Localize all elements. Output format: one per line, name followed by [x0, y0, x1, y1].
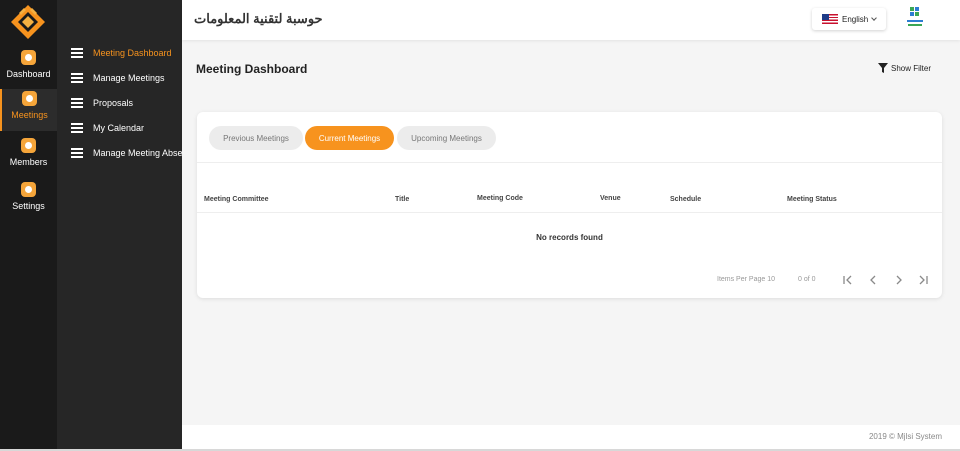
rail-item-members[interactable]: Members: [0, 136, 57, 178]
tab-upcoming-meetings[interactable]: Upcoming Meetings: [397, 126, 496, 150]
top-header: حوسبة لتقنية المعلومات English: [182, 0, 960, 40]
column-header-schedule[interactable]: Schedule: [670, 196, 701, 203]
first-page-icon[interactable]: [841, 273, 855, 287]
dashboard-icon: [21, 50, 36, 65]
footer: 2019 © Mjlsi System: [182, 425, 960, 449]
filter-icon: [878, 63, 888, 73]
pagination-range: 0 of 0: [798, 276, 816, 283]
show-filter-label: Show Filter: [891, 63, 932, 73]
icon-rail: Dashboard Meetings Members Settings: [0, 0, 57, 451]
list-icon: [71, 98, 83, 108]
list-icon: [71, 48, 83, 58]
tab-current-meetings[interactable]: Current Meetings: [305, 126, 394, 150]
submenu-item-label: Meeting Dashboard: [93, 48, 172, 58]
settings-icon: [21, 182, 36, 197]
submenu-item-manage-meetings[interactable]: Manage Meetings: [71, 71, 165, 85]
submenu-item-meeting-dashboard[interactable]: Meeting Dashboard: [71, 46, 172, 60]
tab-divider: [197, 162, 942, 163]
us-flag-icon: [822, 14, 838, 24]
submenu-item-label: My Calendar: [93, 123, 145, 133]
copyright-text: 2019 © Mjlsi System: [868, 432, 942, 441]
table-header-divider: [197, 212, 942, 213]
previous-page-icon[interactable]: [866, 273, 880, 287]
column-header-meeting-code[interactable]: Meeting Code: [477, 195, 523, 202]
submenu-item-label: Manage Meeting Absence: [93, 148, 182, 158]
language-label: English: [842, 14, 869, 24]
column-header-meeting-status[interactable]: Meeting Status: [787, 196, 837, 203]
show-filter-button[interactable]: Show Filter: [878, 63, 931, 73]
submenu-item-manage-meeting-absence[interactable]: Manage Meeting Absence: [71, 146, 182, 160]
last-page-icon[interactable]: [916, 273, 930, 287]
app-logo-icon[interactable]: [10, 4, 46, 40]
rail-item-dashboard[interactable]: Dashboard: [0, 48, 57, 90]
meetings-card: Previous Meetings Current Meetings Upcom…: [197, 112, 942, 298]
rail-item-settings[interactable]: Settings: [0, 180, 57, 222]
list-icon: [71, 148, 83, 158]
column-header-venue[interactable]: Venue: [600, 195, 621, 202]
rail-item-label: Settings: [12, 201, 45, 211]
rail-item-label: Dashboard: [6, 69, 51, 79]
tab-previous-meetings[interactable]: Previous Meetings: [209, 126, 303, 150]
list-icon: [71, 123, 83, 133]
meetings-submenu: Meeting Dashboard Manage Meetings Propos…: [57, 0, 182, 451]
organization-logo-icon: [907, 7, 923, 26]
submenu-item-label: Manage Meetings: [93, 73, 165, 83]
rail-item-label: Members: [9, 157, 48, 167]
chevron-down-icon: [871, 14, 878, 21]
column-header-title[interactable]: Title: [395, 196, 409, 203]
page-title: Meeting Dashboard: [196, 62, 308, 76]
rail-item-meetings[interactable]: Meetings: [0, 89, 57, 131]
list-icon: [71, 73, 83, 83]
column-header-meeting-committee[interactable]: Meeting Committee: [204, 196, 269, 203]
language-selector[interactable]: English: [812, 8, 886, 30]
members-icon: [21, 138, 36, 153]
submenu-item-label: Proposals: [93, 98, 134, 108]
next-page-icon[interactable]: [892, 273, 906, 287]
rail-item-label: Meetings: [11, 110, 48, 120]
items-per-page-label[interactable]: Items Per Page 10: [717, 276, 775, 283]
empty-state-message: No records found: [536, 233, 603, 242]
meetings-icon: [22, 91, 37, 106]
submenu-item-proposals[interactable]: Proposals: [71, 96, 133, 110]
company-name: حوسبة لتقنية المعلومات: [194, 11, 323, 26]
submenu-item-my-calendar[interactable]: My Calendar: [71, 121, 144, 135]
